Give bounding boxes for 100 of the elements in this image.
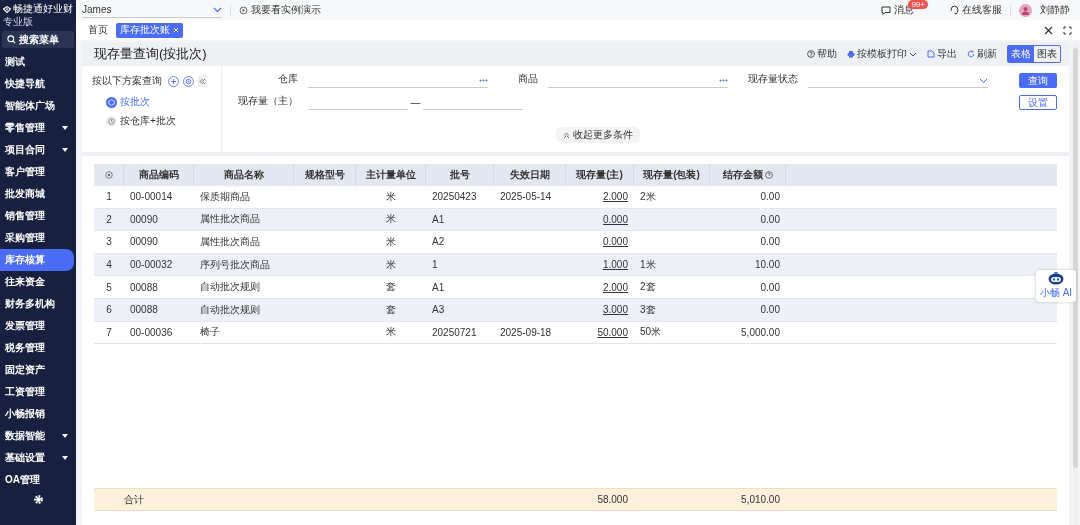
page-tab[interactable]: 库存批次账 [116,22,183,38]
quantity-link[interactable]: 1.000 [602,259,628,271]
table-cell: 3 [106,236,112,248]
close-icon[interactable] [1044,25,1053,35]
sidebar-item[interactable]: 固定资产 [0,359,74,381]
sidebar-item[interactable]: 销售管理 [0,205,74,227]
table-cell: 序列号批次商品 [200,257,270,272]
quantity-link[interactable]: 50.000 [597,326,628,338]
quantity-link[interactable]: 2.000 [602,191,628,203]
ellipsis-icon[interactable] [479,79,488,82]
sidebar-item[interactable]: 智能体广场 [0,95,74,117]
column-settings-icon[interactable] [104,171,113,179]
table-cell: 套 [386,280,396,295]
sidebar-item[interactable]: 客户管理 [0,161,74,183]
total-cell: 5,010.00 [741,494,780,505]
search-icon [7,35,16,44]
play-icon [239,5,248,15]
field-label: 商品 [517,72,539,86]
help-button[interactable]: 帮助 [807,47,837,61]
column-header: 商品名称 [223,168,264,182]
assistant-button[interactable]: 小畅 AI [1036,270,1076,302]
demo-link[interactable]: 我要看实例演示 [239,3,321,17]
column-header: 失效日期 [509,168,550,182]
table-cell: 米 [386,189,396,204]
user-name[interactable]: 刘静静 [1040,3,1070,17]
sidebar-item[interactable]: 库存核算 [0,249,74,271]
avatar-icon[interactable] [1019,3,1032,17]
settings-button[interactable]: 设置 [1019,95,1057,110]
menu-search-button[interactable]: 搜索菜单 [2,31,74,48]
table-cell: 0.00 [760,191,780,203]
add-icon[interactable] [168,75,179,87]
cube-icon [106,96,117,108]
table-cell: A2 [432,236,445,248]
refresh-button[interactable]: 刷新 [967,47,997,61]
logo-icon [3,3,11,15]
table-cell: 2025-05-14 [500,191,552,203]
ellipsis-icon[interactable] [719,79,728,82]
sidebar-item[interactable]: 项目合同 [0,139,74,161]
table-cell: A1 [432,213,445,225]
sidebar-item[interactable]: OA管理 [0,469,74,491]
table-cell: 00088 [130,281,158,293]
sidebar-item[interactable]: 数据智能 [0,425,74,447]
query-button[interactable]: 查询 [1019,73,1057,88]
sidebar-item[interactable]: 批发商城 [0,183,74,205]
column-header: 规格型号 [304,168,345,182]
brand-name: 畅捷通好业财 [13,3,73,15]
sidebar-item[interactable]: 发票管理 [0,315,74,337]
table-cell: 6 [106,304,112,316]
print-button[interactable]: 按模板打印 [847,47,917,61]
export-button[interactable]: 导出 [927,47,957,61]
table-cell: 属性批次商品 [200,235,260,249]
account-select[interactable]: James [82,2,222,18]
sidebar-item[interactable]: 零售管理 [0,117,74,139]
headset-icon [950,5,959,15]
collapse-button[interactable] [198,75,207,87]
collapse-conditions-link[interactable]: 收起更多条件 [555,127,640,143]
table-cell: 0.00 [760,304,780,316]
table-cell: 00090 [130,236,158,248]
table-cell: 20250423 [432,191,477,203]
view-toggle[interactable]: 图表 [1034,46,1060,62]
sidebar-item[interactable]: 快捷导航 [0,73,74,95]
fullscreen-icon[interactable] [1063,25,1072,35]
sidebar-item[interactable]: 往来资金 [0,271,74,293]
range-separator: — [409,97,422,110]
table-cell: 00090 [130,213,158,225]
support-link[interactable]: 在线客服 [950,3,1002,17]
sidebar-item[interactable]: 采购管理 [0,227,74,249]
sidebar-item[interactable]: 工资管理 [0,381,74,403]
view-toggle[interactable]: 表格 [1008,46,1034,62]
table-cell: 00088 [130,304,158,316]
table-cell: 2米 [640,189,656,204]
table-cell: 椅子 [200,325,220,340]
refresh-icon [967,50,975,58]
scheme-item[interactable]: 按仓库+批次 [92,114,221,128]
column-header: 主计量单位 [365,168,416,182]
table-cell: 5 [106,281,112,293]
scheme-item[interactable]: 按批次 [92,95,221,109]
table-cell: 米 [386,325,396,340]
sidebar-item[interactable]: 测试 [0,51,74,73]
table-cell: 2 [106,213,112,225]
quantity-link[interactable]: 2.000 [602,281,628,293]
quantity-link[interactable]: 3.000 [602,304,628,316]
sidebar-item[interactable]: 财务多机构 [0,293,74,315]
total-label: 合计 [123,492,144,507]
field-label: 现存量（主） [237,94,299,108]
sidebar-item[interactable]: 税务管理 [0,337,74,359]
chevron-down-icon [979,77,988,84]
column-header: 商品编码 [138,168,179,182]
table-cell: A1 [432,281,445,293]
field-label: 仓库 [277,72,299,86]
table-cell: 属性批次商品 [200,212,260,227]
page-tab[interactable]: 首页 [84,22,112,38]
quantity-link[interactable]: 0.000 [602,213,628,225]
chevron-down-icon [909,51,917,57]
table-cell: 0.00 [760,281,780,293]
table-cell: 10.00 [754,259,780,271]
quantity-link[interactable]: 0.000 [602,236,628,248]
table-cell: 3套 [640,302,656,317]
sidebar-item[interactable]: 小畅报销 [0,403,74,425]
sidebar-item[interactable]: 基础设置 [0,447,74,469]
